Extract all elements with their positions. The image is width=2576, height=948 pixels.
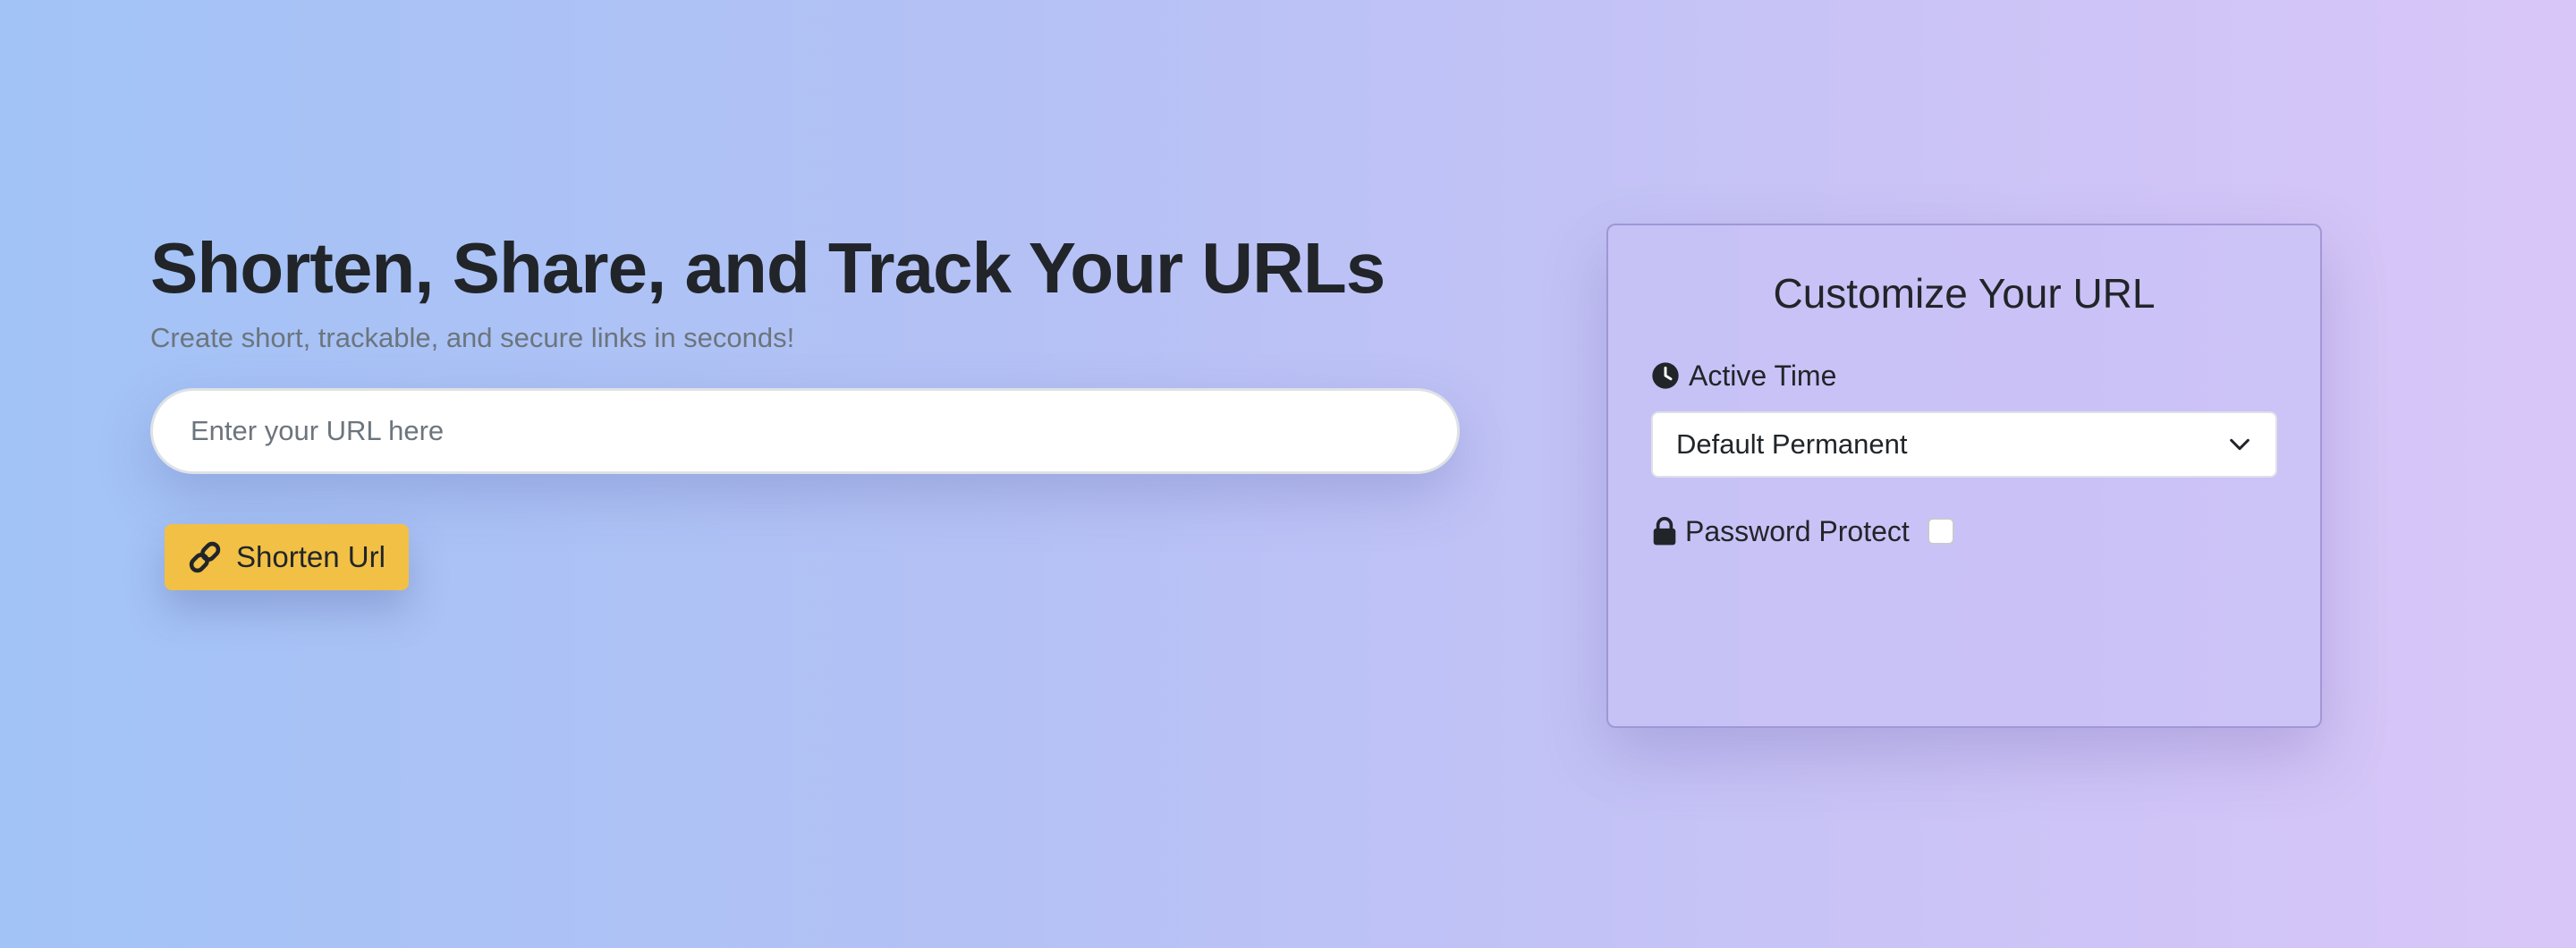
password-protect-label: Password Protect (1685, 515, 1910, 547)
shorten-url-button[interactable]: Shorten Url (165, 524, 409, 590)
customize-panel-title: Customize Your URL (1773, 270, 2156, 317)
active-time-selected-value: Default Permanent (1676, 428, 1908, 460)
url-input[interactable] (150, 388, 1460, 474)
lock-icon (1651, 517, 1678, 546)
customize-panel: Customize Your URL Active Time Default P… (1606, 224, 2322, 728)
shorten-button-label: Shorten Url (236, 540, 386, 573)
clock-icon (1651, 361, 1680, 390)
password-protect-row: Password Protect (1651, 513, 2277, 549)
active-time-label: Active Time (1651, 358, 2277, 394)
page-subtitle: Create short, trackable, and secure link… (150, 322, 795, 353)
active-time-select[interactable]: Default Permanent (1651, 411, 2277, 478)
page-title: Shorten, Share, and Track Your URLs (150, 228, 1385, 308)
link-icon (186, 538, 224, 576)
hero-section: Shorten, Share, and Track Your URLs Crea… (150, 224, 1460, 590)
active-time-label-text: Active Time (1689, 360, 1837, 392)
password-protect-checkbox[interactable] (1927, 518, 1954, 545)
chevron-down-icon (2227, 432, 2252, 457)
